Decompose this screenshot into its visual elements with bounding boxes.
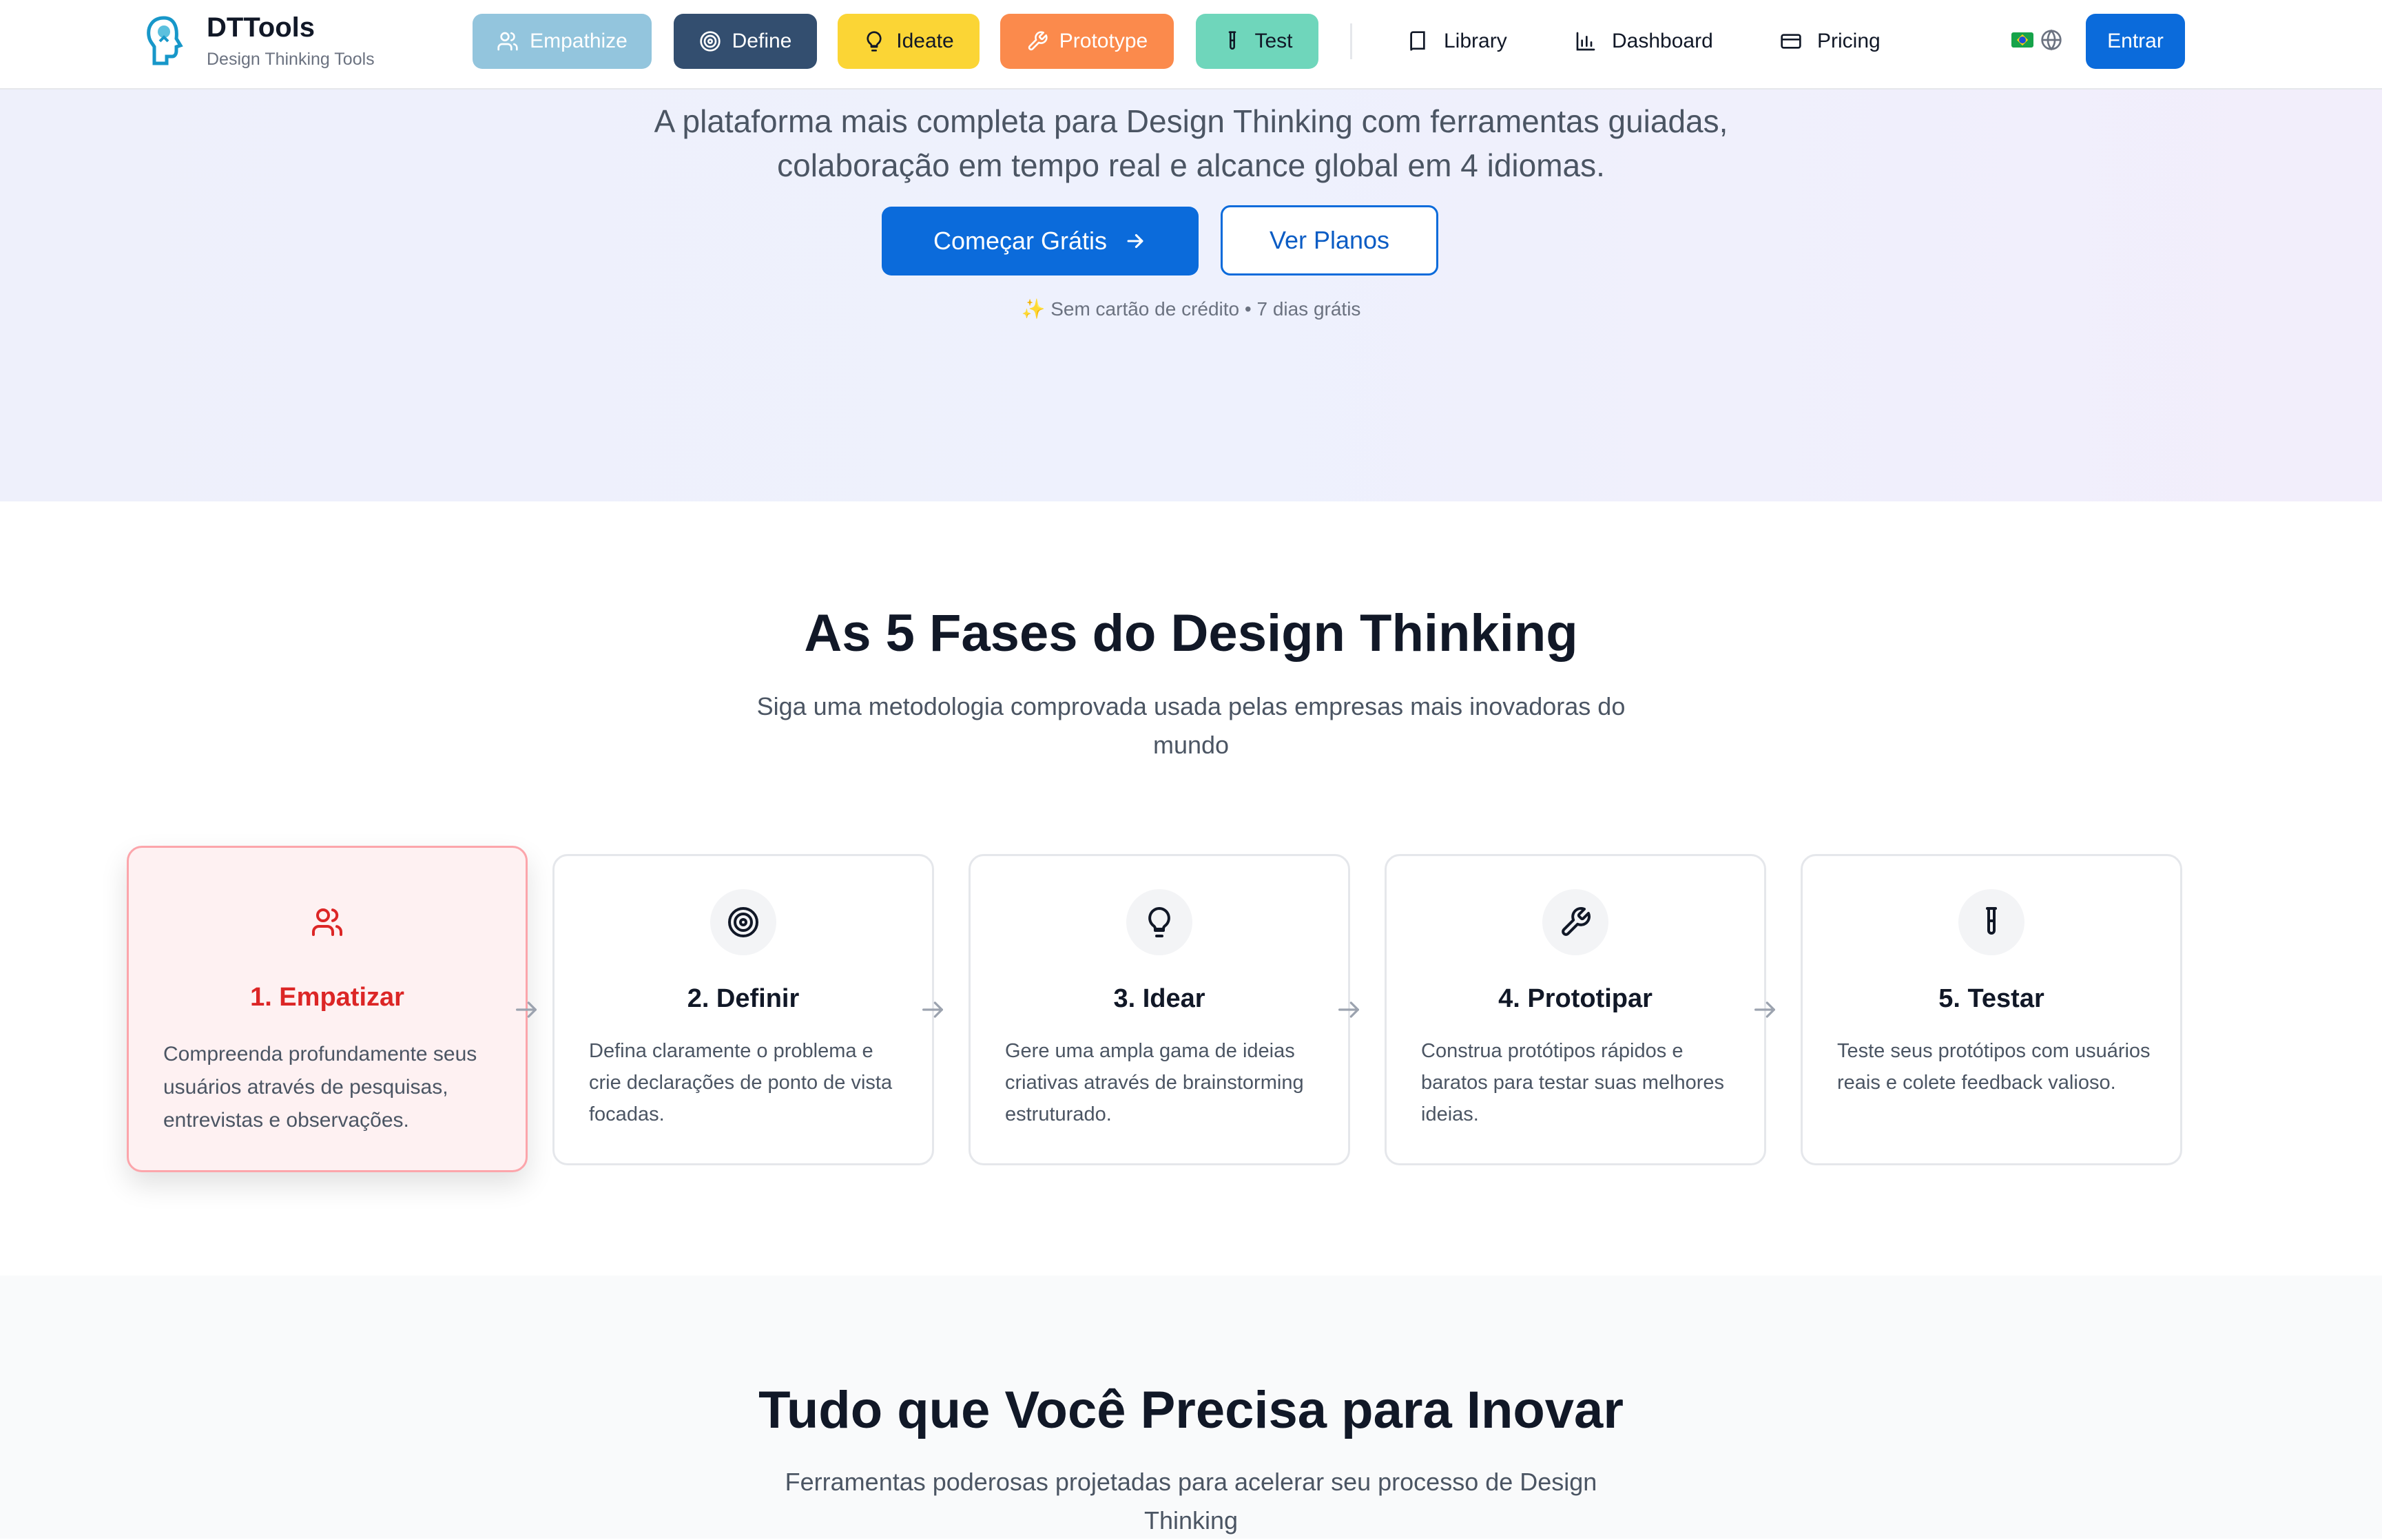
phase-card-define[interactable]: 2. Definir Defina claramente o problema … [552,854,934,1165]
tools-subtitle-line2: Thinking [1143,1506,1239,1534]
nav-divider [1350,23,1352,59]
phase-card-icon-wrap [710,889,776,955]
login-button[interactable]: Entrar [2086,14,2185,69]
phase-card-ideate[interactable]: 3. Idear Gere uma ampla gama de ideias c… [969,854,1350,1165]
users-icon [497,32,518,51]
phase-card-icon-wrap [1542,889,1608,955]
nav-pricing-link[interactable]: Pricing [1780,14,1881,69]
brand-name[interactable]: DTTools [207,12,315,43]
phase-card-description: Compreenda profundamente seus usuários a… [163,1043,477,1132]
hero-description-line1: A plataforma mais completa para Design T… [654,103,1728,139]
nav-library-label: Library [1444,30,1507,52]
phases-subtitle: Siga uma metodologia comprovada usada pe… [674,687,1708,764]
phase-card-description: Teste seus protótipos com usuários reais… [1837,1040,2151,1094]
phase-ideate-label: Ideate [896,30,954,52]
top-navbar: DTTools Design Thinking Tools Empathize … [0,0,2382,90]
nav-dashboard-label: Dashboard [1612,30,1713,52]
nav-dashboard-link[interactable]: Dashboard [1575,14,1713,69]
phase-card-title: 1. Empatizar [250,983,404,1012]
tools-title: Tudo que Você Precisa para Inovar [758,1381,1624,1439]
arrow-right-icon [516,1001,537,1018]
phase-test-label: Test [1254,30,1293,52]
phase-card-icon-wrap [1126,889,1192,955]
hero-note: ✨ Sem cartão de crédito • 7 dias grátis [1021,298,1361,320]
credit-card-icon [1781,34,1801,49]
lightbulb-icon [1148,906,1170,937]
phase-card-description: Defina claramente o problema e crie decl… [589,1040,893,1125]
target-icon [728,907,758,937]
phase-card-empathize[interactable]: 1. Empatizar Compreenda profundamente se… [127,846,528,1172]
arrow-right-icon [1127,233,1143,249]
hero-section: A plataforma mais completa para Design T… [0,88,2382,501]
logo-head-icon[interactable] [143,14,185,76]
brand-tagline: Design Thinking Tools [207,50,375,69]
phases-subtitle-line2: mundo [1152,731,1230,759]
phase-card-description: Gere uma ampla gama de ideias criativas … [1005,1040,1304,1125]
tools-section: Tudo que Você Precisa para Inovar Ferram… [0,1276,2382,1539]
users-icon [312,908,343,936]
tools-subtitle: Ferramentas poderosas projetadas para ac… [674,1463,1708,1540]
phase-prototype-label: Prototype [1059,30,1148,52]
phase-card-icon-wrap [1958,889,2024,955]
nav-library-link[interactable]: Library [1407,14,1507,69]
wrench-icon [1562,907,1591,936]
phases-title: As 5 Fases do Design Thinking [804,604,1578,663]
bar-chart-icon [1576,32,1595,51]
book-icon [1410,31,1425,51]
phase-card-title: 4. Prototipar [1498,984,1653,1013]
arrow-right-icon [1754,1001,1775,1018]
arrow-right-icon [1338,1001,1359,1018]
brazil-flag-icon[interactable] [2011,32,2033,48]
phases-subtitle-line1: Siga uma metodologia comprovada usada pe… [756,692,1626,720]
target-icon [699,31,721,52]
phase-card-title: 3. Idear [1113,984,1205,1013]
phase-ideate-button[interactable]: Ideate [838,14,980,69]
phase-empathize-label: Empathize [530,30,628,52]
phase-define-button[interactable]: Define [674,14,817,69]
lightbulb-icon [867,31,882,52]
phase-define-label: Define [732,30,792,52]
phase-card-icon-wrap [294,889,360,955]
arrow-right-icon [922,1001,943,1018]
test-tube-icon [1986,907,1997,935]
nav-pricing-label: Pricing [1817,30,1881,52]
phase-card-title: 2. Definir [687,984,800,1013]
phase-card-test[interactable]: 5. Testar Teste seus protótipos com usuá… [1801,854,2182,1165]
phase-test-button[interactable]: Test [1196,14,1318,69]
start-free-label: Começar Grátis [933,227,1108,255]
view-plans-button[interactable]: Ver Planos [1221,205,1438,275]
globe-icon[interactable] [2040,29,2062,51]
tools-subtitle-line1: Ferramentas poderosas projetadas para ac… [785,1468,1597,1496]
start-free-button[interactable]: Começar Grátis [882,207,1199,275]
phase-card-prototype[interactable]: 4. Prototipar Construa protótipos rápido… [1385,854,1766,1165]
hero-description-line2: colaboração em tempo real e alcance glob… [777,147,1605,183]
phase-empathize-button[interactable]: Empathize [473,14,652,69]
test-tube-icon [1229,31,1236,50]
phase-card-description: Construa protótipos rápidos e baratos pa… [1421,1040,1725,1125]
phase-prototype-button[interactable]: Prototype [1000,14,1174,69]
wrench-icon [1028,31,1048,51]
phase-card-title: 5. Testar [1938,984,2044,1013]
